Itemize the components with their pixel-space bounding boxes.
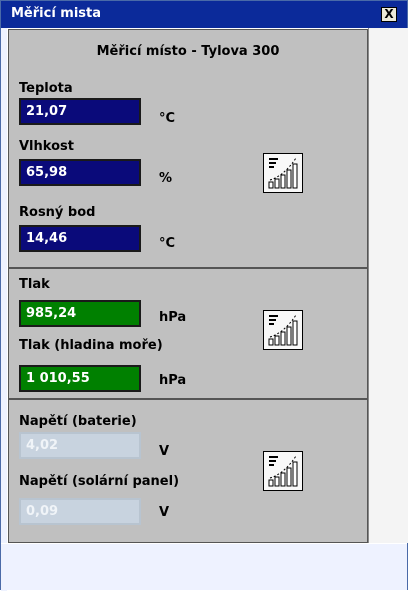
solar-voltage-field[interactable]: 0,09 bbox=[19, 498, 141, 525]
dewpoint-label: Rosný bod bbox=[19, 205, 96, 220]
sea-level-pressure-label: Tlak (hladina moře) bbox=[19, 338, 163, 353]
battery-voltage-unit: V bbox=[159, 444, 170, 459]
pressure-chart-button[interactable] bbox=[263, 310, 303, 350]
pressure-panel: Tlak 985,24 hPa Tlak (hladina moře) 1 01… bbox=[8, 268, 368, 399]
solar-voltage-unit: V bbox=[159, 505, 170, 520]
bar-chart-icon bbox=[264, 311, 302, 349]
close-button[interactable]: X bbox=[381, 7, 397, 22]
bar-chart-icon bbox=[264, 452, 302, 490]
voltage-chart-button[interactable] bbox=[263, 451, 303, 491]
window-title: Měřicí mista bbox=[11, 6, 102, 21]
humidity-label: Vlhkost bbox=[19, 139, 74, 154]
right-area bbox=[368, 28, 408, 543]
measurement-window: Měřicí mista X Měřicí místo - Tylova 300… bbox=[0, 0, 408, 591]
solar-voltage-label: Napětí (solární panel) bbox=[19, 474, 180, 489]
humidity-unit: % bbox=[159, 171, 173, 186]
bottom-area bbox=[1, 543, 407, 590]
location-heading: Měřicí místo - Tylova 300 bbox=[96, 44, 280, 59]
temperature-panel: Měřicí místo - Tylova 300 Teplota 21,07 … bbox=[8, 29, 368, 268]
sea-level-pressure-field[interactable]: 1 010,55 bbox=[19, 365, 141, 392]
battery-voltage-field[interactable]: 4,02 bbox=[19, 432, 141, 459]
pressure-unit: hPa bbox=[159, 310, 187, 325]
dewpoint-unit: °C bbox=[159, 236, 176, 251]
temperature-label: Teplota bbox=[19, 81, 73, 96]
temperature-field[interactable]: 21,07 bbox=[19, 98, 141, 125]
sea-level-pressure-unit: hPa bbox=[159, 373, 187, 388]
bar-chart-icon bbox=[264, 154, 302, 192]
close-icon: X bbox=[384, 7, 394, 21]
dewpoint-field[interactable]: 14,46 bbox=[19, 225, 141, 252]
pressure-label: Tlak bbox=[19, 277, 50, 292]
battery-voltage-label: Napětí (baterie) bbox=[19, 414, 137, 429]
temperature-unit: °C bbox=[159, 111, 176, 126]
pressure-field[interactable]: 985,24 bbox=[19, 300, 141, 327]
temperature-chart-button[interactable] bbox=[263, 153, 303, 193]
voltage-panel: Napětí (baterie) 4,02 V Napětí (solární … bbox=[8, 399, 368, 543]
title-bar[interactable]: Měřicí mista X bbox=[1, 1, 407, 28]
left-border bbox=[1, 28, 7, 591]
humidity-field[interactable]: 65,98 bbox=[19, 159, 141, 186]
